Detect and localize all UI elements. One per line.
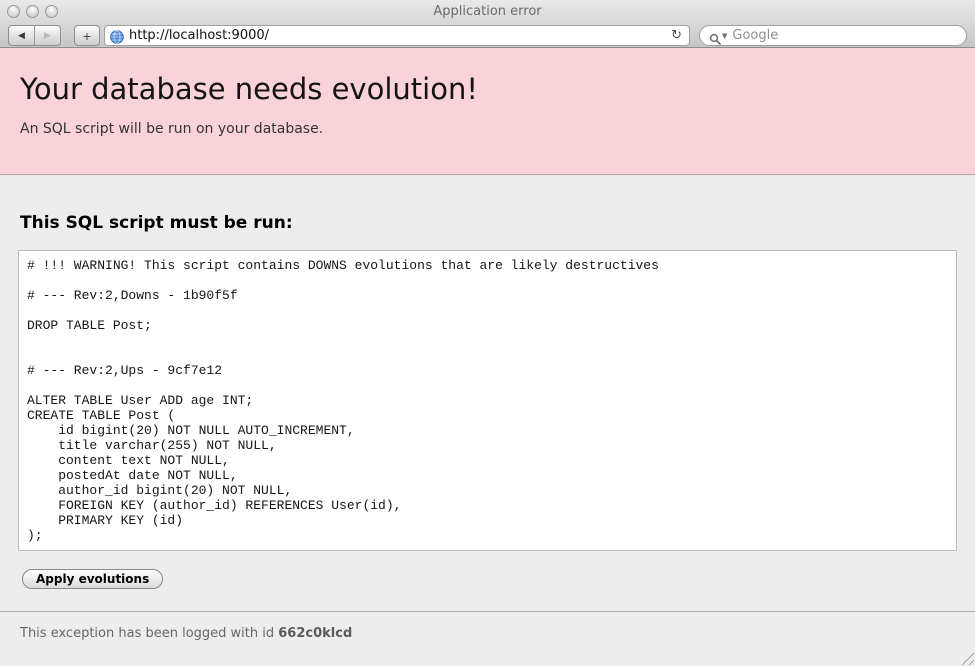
page-content: This SQL script must be run: # !!! WARNI… xyxy=(0,213,975,641)
search-engine-dropdown-icon[interactable]: ▼ xyxy=(722,32,727,40)
globe-favicon-icon xyxy=(110,29,124,43)
forward-button[interactable]: ▶ xyxy=(34,26,60,45)
page-title: Your database needs evolution! xyxy=(20,72,955,106)
titlebar[interactable]: Application error xyxy=(0,0,975,22)
address-bar[interactable]: ↻ xyxy=(104,25,690,46)
page-subtitle: An SQL script will be run on your databa… xyxy=(20,121,955,137)
browser-toolbar: ◀ ▶ + ↻ xyxy=(8,25,967,46)
search-input[interactable] xyxy=(732,28,957,43)
back-button[interactable]: ◀ xyxy=(9,26,34,45)
browser-window: Application error ◀ ▶ + xyxy=(0,0,975,666)
exception-footer: This exception has been logged with id 6… xyxy=(0,612,975,641)
sql-script-block: # !!! WARNING! This script contains DOWN… xyxy=(18,250,957,551)
evolution-banner: Your database needs evolution! An SQL sc… xyxy=(0,48,975,175)
script-heading: This SQL script must be run: xyxy=(20,213,955,233)
reload-icon[interactable]: ↻ xyxy=(669,28,684,43)
apply-evolutions-button[interactable]: Apply evolutions xyxy=(22,569,163,589)
new-tab-button[interactable]: + xyxy=(74,25,100,46)
resize-grip-icon[interactable] xyxy=(960,651,974,665)
history-nav: ◀ ▶ xyxy=(8,25,61,46)
search-icon xyxy=(709,30,721,42)
search-bar[interactable]: ▼ xyxy=(699,25,967,46)
url-input[interactable] xyxy=(129,28,669,43)
exception-message: This exception has been logged with id xyxy=(20,626,278,641)
exception-id: 662c0klcd xyxy=(278,626,352,641)
window-title: Application error xyxy=(0,4,975,19)
browser-chrome: Application error ◀ ▶ + xyxy=(0,0,975,48)
